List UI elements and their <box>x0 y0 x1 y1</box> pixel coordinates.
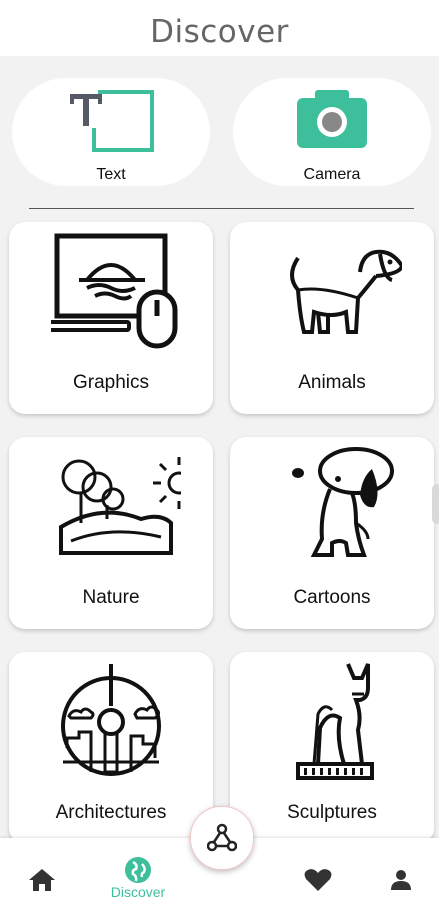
text-mode-label: Text <box>96 166 126 183</box>
category-label: Graphics <box>72 372 150 393</box>
dog-icon <box>290 249 402 334</box>
category-card-animals[interactable]: Animals <box>230 222 434 414</box>
section-divider <box>29 208 414 209</box>
page-title: Discover <box>150 14 289 50</box>
camera-mode-label: Camera <box>303 166 361 183</box>
category-card-nature[interactable]: Nature <box>9 437 213 629</box>
category-label: Cartoons <box>293 587 371 608</box>
camera-mode-button[interactable]: Camera <box>233 78 431 186</box>
category-card-graphics[interactable]: Graphics <box>9 222 213 414</box>
snoopy-cartoon-icon <box>292 447 394 557</box>
category-card-cartoons[interactable]: Cartoons <box>230 437 434 629</box>
category-label: Sculptures <box>287 802 377 823</box>
computer-graphics-icon <box>51 233 178 349</box>
nav-home[interactable] <box>20 838 64 918</box>
share-fab-button[interactable] <box>190 806 254 870</box>
tv-tower-building-icon <box>61 664 161 776</box>
globe-icon <box>125 857 151 883</box>
text-icon <box>70 90 154 152</box>
heart-icon <box>304 869 332 891</box>
share-network-icon <box>207 823 237 852</box>
home-icon <box>29 869 55 891</box>
category-label: Animals <box>298 372 366 393</box>
category-card-architectures[interactable]: Architectures <box>9 652 213 844</box>
edge-panel-handle[interactable] <box>432 484 439 524</box>
person-icon <box>391 870 411 890</box>
nature-landscape-icon <box>59 457 181 555</box>
cat-statue-sculpture-icon <box>296 663 374 780</box>
category-label: Nature <box>82 587 140 608</box>
camera-icon <box>297 90 367 148</box>
nav-favorites[interactable] <box>300 838 336 918</box>
app-header: Discover <box>0 0 439 56</box>
text-mode-button[interactable]: Text <box>12 78 210 186</box>
nav-discover-label: Discover <box>110 884 166 900</box>
category-card-sculptures[interactable]: Sculptures <box>230 652 434 844</box>
nav-profile[interactable] <box>386 838 416 918</box>
nav-discover[interactable]: Discover <box>88 838 188 918</box>
category-label: Architectures <box>55 802 167 823</box>
